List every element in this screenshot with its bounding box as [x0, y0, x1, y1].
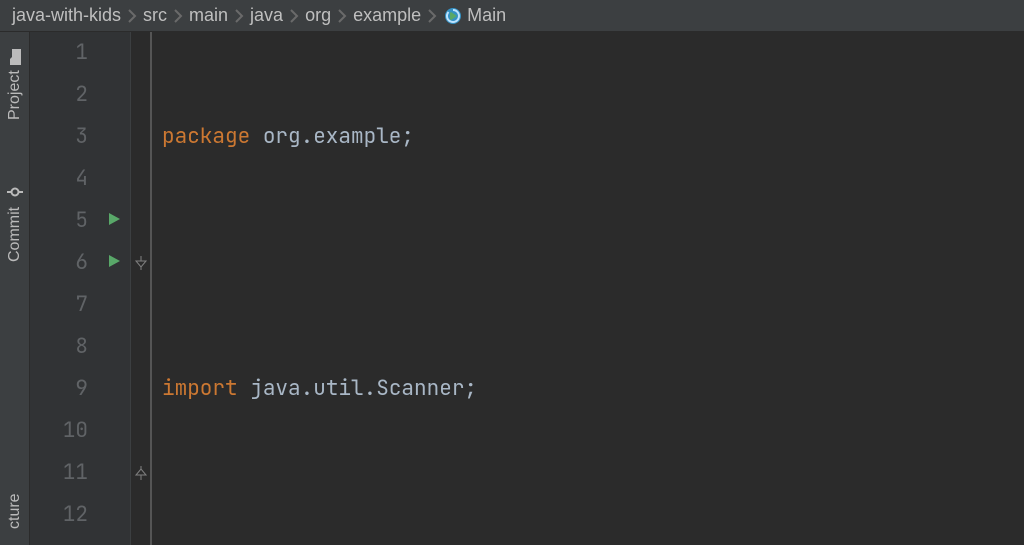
- code-line: package org.example;: [162, 116, 1024, 158]
- chevron-right-icon: [335, 9, 349, 23]
- class-runnable-icon: [443, 6, 463, 26]
- line-number[interactable]: 7: [30, 284, 88, 326]
- tool-window-structure[interactable]: cture: [6, 481, 24, 541]
- line-number[interactable]: 11: [30, 452, 88, 494]
- crumb-java[interactable]: java: [250, 5, 283, 26]
- crumb-org[interactable]: org: [305, 5, 331, 26]
- folder-icon: [8, 48, 22, 66]
- line-number[interactable]: 6: [30, 242, 88, 284]
- chevron-right-icon: [425, 9, 439, 23]
- fold-handle-open-bottom-icon[interactable]: [131, 452, 150, 494]
- line-number[interactable]: 2: [30, 74, 88, 116]
- code-area[interactable]: package org.example; import java.util.Sc…: [150, 32, 1024, 545]
- crumb-src[interactable]: src: [143, 5, 167, 26]
- crumb-example[interactable]: example: [353, 5, 421, 26]
- code-line: [162, 242, 1024, 284]
- fold-gutter: [130, 32, 150, 545]
- line-number[interactable]: 8: [30, 326, 88, 368]
- crumb-main[interactable]: main: [189, 5, 228, 26]
- commit-icon: [7, 183, 23, 201]
- chevron-right-icon: [232, 9, 246, 23]
- tool-window-strip: Project Commit cture: [0, 32, 30, 545]
- crumb-project[interactable]: java-with-kids: [12, 5, 121, 26]
- breadcrumb: java-with-kids src main java org example…: [0, 0, 1024, 32]
- tool-window-commit[interactable]: Commit: [6, 178, 24, 268]
- line-number[interactable]: 4: [30, 158, 88, 200]
- crumb-file[interactable]: Main: [467, 5, 506, 26]
- run-gutter: [98, 32, 130, 545]
- line-number[interactable]: 12: [30, 494, 88, 536]
- line-number[interactable]: 1: [30, 32, 88, 74]
- line-number[interactable]: 5: [30, 200, 88, 242]
- line-number[interactable]: 10: [30, 410, 88, 452]
- code-editor[interactable]: 1 2 3 4 5 6 7 8 9 10 11 12: [30, 32, 1024, 545]
- code-line: [162, 494, 1024, 536]
- chevron-right-icon: [125, 9, 139, 23]
- fold-handle-open-top-icon[interactable]: [131, 242, 150, 284]
- line-number[interactable]: 9: [30, 368, 88, 410]
- chevron-right-icon: [171, 9, 185, 23]
- run-method-icon[interactable]: [106, 242, 122, 284]
- run-class-icon[interactable]: [106, 200, 122, 242]
- code-line: import java.util.Scanner;: [162, 368, 1024, 410]
- line-number[interactable]: 3: [30, 116, 88, 158]
- tool-window-project[interactable]: Project: [6, 40, 24, 130]
- chevron-right-icon: [287, 9, 301, 23]
- editor-gutter: 1 2 3 4 5 6 7 8 9 10 11 12: [30, 32, 130, 545]
- line-number-column: 1 2 3 4 5 6 7 8 9 10 11 12: [30, 32, 98, 545]
